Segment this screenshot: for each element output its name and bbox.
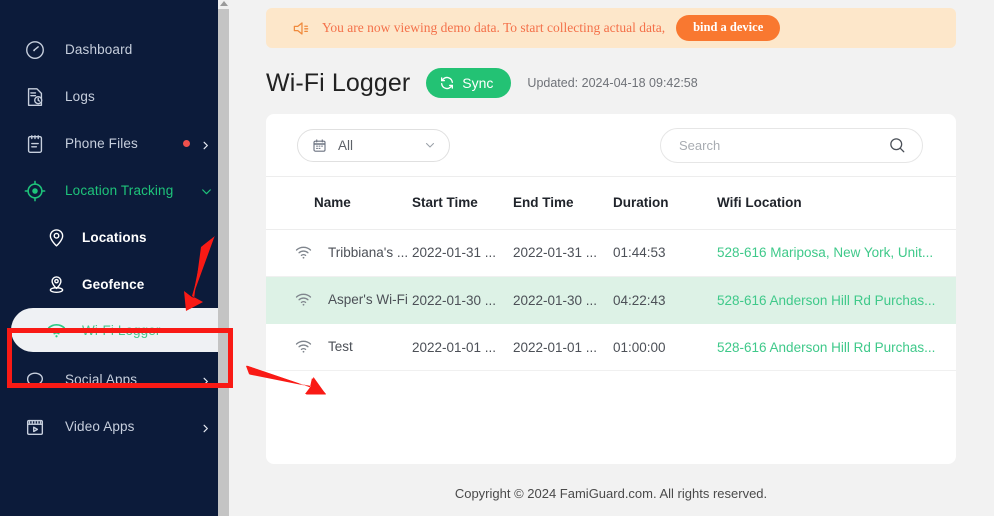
sidebar-item-geofence[interactable]: Geofence [0, 261, 229, 308]
sidebar-item-indicators [200, 185, 211, 196]
refresh-icon [439, 75, 455, 91]
sidebar-item-indicators [183, 138, 211, 150]
sidebar-item-label: Logs [65, 89, 95, 104]
cell-location[interactable]: 528-616 Mariposa, New York, Unit... [717, 229, 956, 277]
cell-name: Tribbiana's ... [266, 230, 412, 277]
sidebar-item-indicators [200, 421, 211, 433]
sidebar: Dashboard Logs Phone Files Location Trac… [0, 0, 229, 516]
table-body: Tribbiana's ... 2022-01-31 ... 2022-01-3… [266, 229, 956, 371]
scrollbar-thumb[interactable] [218, 9, 229, 516]
app-root: Dashboard Logs Phone Files Location Trac… [0, 0, 994, 516]
notification-dot-icon [183, 140, 190, 147]
sidebar-item-label: Geofence [82, 277, 145, 292]
sidebar-item-social-apps[interactable]: Social Apps [0, 356, 229, 403]
column-header-start[interactable]: Start Time [412, 177, 513, 230]
search-icon[interactable] [888, 136, 906, 154]
megaphone-icon [292, 18, 312, 38]
bind-a-device-button[interactable]: bind a device [676, 15, 781, 41]
target-icon [22, 178, 48, 204]
wifi-icon [44, 318, 68, 342]
wifi-icon [294, 290, 313, 309]
table-toolbar: All [266, 114, 956, 177]
cell-start-time: 2022-01-30 ... [412, 276, 513, 324]
chevron-down-icon [424, 139, 436, 151]
geofence-icon [44, 273, 68, 297]
sync-button[interactable]: Sync [426, 68, 512, 98]
column-header-location[interactable]: Wifi Location [717, 177, 956, 230]
table-header-row: Name Start Time End Time Duration Wifi L… [266, 177, 956, 230]
wifi-logger-table: Name Start Time End Time Duration Wifi L… [266, 177, 956, 371]
video-icon [22, 414, 48, 440]
search-box[interactable] [660, 127, 923, 163]
cell-duration: 04:22:43 [613, 276, 717, 324]
chevron-down-icon[interactable] [200, 185, 211, 196]
sidebar-item-indicators [200, 374, 211, 386]
wifi-logger-card: All Search Name Start Time End Time Dura… [266, 114, 956, 464]
cell-end-time: 2022-01-30 ... [513, 276, 613, 324]
search-input[interactable] [679, 137, 888, 153]
table-row[interactable]: Asper's Wi-Fi 2022-01-30 ... 2022-01-30 … [266, 276, 956, 324]
sidebar-item-label: Social Apps [65, 372, 138, 387]
cell-location[interactable]: 528-616 Anderson Hill Rd Purchas... [717, 323, 956, 371]
table-row[interactable]: Tribbiana's ... 2022-01-31 ... 2022-01-3… [266, 229, 956, 277]
wifi-icon [294, 243, 313, 262]
sidebar-item-label: Wi-Fi Logger [82, 322, 161, 338]
sidebar-item-label: Phone Files [65, 136, 138, 151]
cell-name: Asper's Wi-Fi [266, 277, 412, 324]
chat-bubble-icon [22, 367, 48, 393]
sidebar-item-location-tracking[interactable]: Location Tracking [0, 167, 229, 214]
footer-copyright: Copyright © 2024 FamiGuard.com. All righ… [454, 486, 768, 501]
calendar-icon [312, 138, 327, 153]
sidebar-item-label: Location Tracking [65, 183, 174, 198]
banner-text: You are now viewing demo data. To start … [322, 20, 666, 35]
updated-timestamp: Updated: 2024-04-18 09:42:58 [527, 76, 698, 90]
column-header-name[interactable]: Name [266, 177, 412, 230]
cell-name-text: Test [328, 339, 353, 354]
date-filter-value: All [338, 137, 354, 153]
sidebar-item-video-apps[interactable]: Video Apps [0, 403, 229, 450]
table-row[interactable]: Test 2022-01-01 ... 2022-01-01 ... 01:00… [266, 323, 956, 371]
sidebar-item-label: Video Apps [65, 419, 135, 434]
cell-end-time: 2022-01-31 ... [513, 229, 613, 277]
cell-location[interactable]: 528-616 Anderson Hill Rd Purchas... [717, 276, 956, 324]
cell-duration: 01:00:00 [613, 323, 717, 371]
chevron-right-icon[interactable] [200, 138, 211, 150]
cell-name-text: Tribbiana's ... [328, 245, 409, 260]
cell-start-time: 2022-01-31 ... [412, 229, 513, 277]
date-filter-select[interactable]: All [297, 128, 450, 162]
cell-duration: 01:44:53 [613, 229, 717, 277]
sidebar-item-phone-files[interactable]: Phone Files [0, 120, 229, 167]
demo-data-banner: You are now viewing demo data. To start … [266, 8, 956, 48]
sidebar-item-label: Dashboard [65, 42, 133, 57]
sidebar-item-dashboard[interactable]: Dashboard [0, 26, 229, 73]
sidebar-item-wifi-logger[interactable]: Wi-Fi Logger [11, 308, 229, 352]
table-head: Name Start Time End Time Duration Wifi L… [266, 177, 956, 230]
cell-start-time: 2022-01-01 ... [412, 323, 513, 371]
column-header-duration[interactable]: Duration [613, 177, 717, 230]
main-content: You are now viewing demo data. To start … [229, 0, 994, 516]
sidebar-item-locations[interactable]: Locations [0, 214, 229, 261]
page-header: Wi-Fi Logger Sync Updated: 2024-04-18 09… [266, 64, 956, 102]
wifi-icon [294, 337, 313, 356]
scroll-up-arrow-icon[interactable] [220, 1, 228, 6]
chevron-right-icon[interactable] [200, 374, 211, 386]
cell-name: Test [266, 324, 412, 371]
clipboard-icon [22, 131, 48, 157]
page-scrollbar[interactable] [218, 0, 229, 516]
cell-end-time: 2022-01-01 ... [513, 323, 613, 371]
log-file-icon [22, 84, 48, 110]
map-pin-icon [44, 226, 68, 250]
gauge-icon [22, 37, 48, 63]
sidebar-item-label: Locations [82, 230, 147, 245]
chevron-right-icon[interactable] [200, 421, 211, 433]
cell-name-text: Asper's Wi-Fi [328, 292, 408, 307]
sidebar-item-logs[interactable]: Logs [0, 73, 229, 120]
column-header-end[interactable]: End Time [513, 177, 613, 230]
page-title: Wi-Fi Logger [266, 68, 411, 97]
sync-button-label: Sync [462, 75, 494, 91]
